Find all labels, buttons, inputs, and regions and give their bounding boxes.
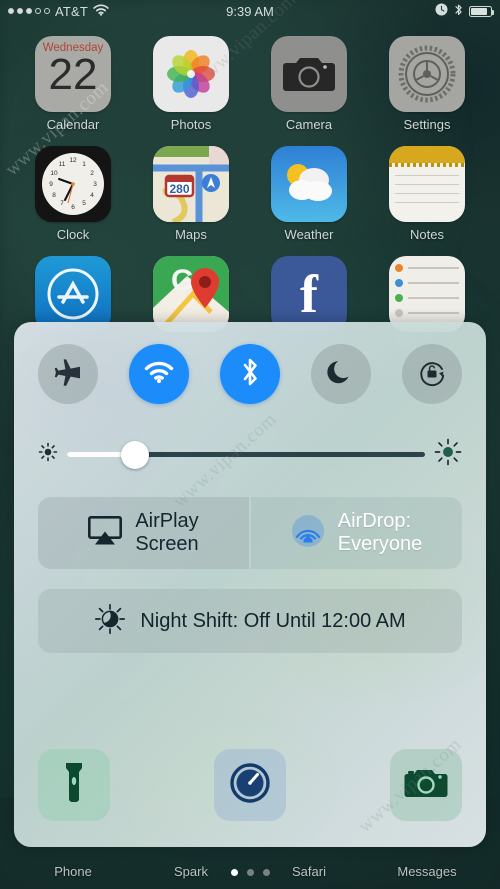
facebook-glyph: f (300, 264, 318, 324)
app-weather[interactable]: Weather (269, 146, 349, 242)
app-label-photos: Photos (170, 117, 212, 132)
notes-icon (389, 146, 465, 222)
app-photos[interactable]: Photos (151, 36, 231, 132)
page-dot-2[interactable] (246, 869, 254, 876)
moon-icon (327, 358, 355, 391)
bluetooth-icon (238, 356, 262, 393)
app-label-calendar: Calendar (46, 117, 100, 132)
reminders-icon (389, 256, 465, 332)
airplay-label-line2: Screen (135, 533, 199, 555)
airplay-icon (88, 515, 123, 551)
rotation-lock-toggle[interactable] (402, 344, 462, 404)
app-label-clock: Clock (56, 227, 90, 242)
airdrop-label-line1: AirDrop: (337, 510, 412, 532)
wifi-toggle[interactable] (129, 344, 189, 404)
flashlight-icon (63, 761, 85, 810)
svg-text:10: 10 (50, 170, 58, 177)
app-label-settings: Settings (403, 117, 451, 132)
calendar-day-number: 22 (48, 50, 98, 99)
photos-icon (153, 36, 229, 112)
facebook-icon: f (271, 256, 347, 332)
clock-icon: 12 1 2 345 678 9 10 11 (35, 146, 111, 222)
svg-text:11: 11 (59, 161, 66, 168)
camera-icon (271, 36, 347, 112)
battery-icon (469, 5, 494, 17)
brightness-high-icon (434, 438, 462, 471)
app-calendar[interactable]: Wednesday 22 Calendar (33, 36, 113, 132)
rotation-lock-icon (416, 356, 448, 393)
night-shift-button[interactable]: Night Shift: Off Until 12:00 AM (38, 589, 462, 653)
google-maps-icon: G (153, 256, 229, 332)
airplane-mode-toggle[interactable] (38, 344, 98, 404)
svg-text:4: 4 (90, 192, 94, 199)
app-clock[interactable]: 12 1 2 345 678 9 10 11 Clock (33, 146, 113, 242)
timer-button[interactable] (214, 749, 286, 821)
brightness-low-icon (38, 442, 58, 467)
brightness-slider-row (38, 438, 462, 471)
wifi-icon (144, 360, 174, 389)
control-center-shortcut-row (38, 749, 462, 821)
app-row-2: 12 1 2 345 678 9 10 11 Clock 280 Maps We… (0, 146, 500, 242)
app-label-camera: Camera (285, 117, 333, 132)
night-shift-icon (94, 603, 126, 640)
camera-button[interactable] (390, 749, 462, 821)
clock-face: 12 1 2 345 678 9 10 11 (42, 153, 104, 215)
wifi-icon (93, 3, 109, 19)
alarm-clock-icon (435, 3, 448, 19)
signal-strength-icon (8, 8, 50, 14)
timer-icon (228, 761, 272, 810)
calendar-icon: Wednesday 22 (35, 36, 111, 112)
airplay-label: AirPlay Screen (135, 510, 198, 556)
airplane-icon (54, 358, 82, 391)
night-shift-label: Night Shift: Off Until 12:00 AM (140, 609, 406, 632)
do-not-disturb-toggle[interactable] (311, 344, 371, 404)
app-camera[interactable]: Camera (269, 36, 349, 132)
svg-text:2: 2 (90, 170, 94, 177)
brightness-slider[interactable] (67, 440, 425, 469)
airdrop-button[interactable]: AirDrop: Everyone (251, 497, 462, 569)
svg-text:6: 6 (71, 204, 75, 211)
status-bar-right (435, 3, 494, 20)
status-bar: AT&T 9:39 AM (0, 0, 500, 22)
app-label-notes: Notes (410, 227, 444, 242)
maps-route-shield: 280 (169, 182, 189, 196)
camera-icon (404, 766, 448, 805)
airdrop-label: AirDrop: Everyone (338, 510, 423, 556)
svg-text:12: 12 (69, 157, 77, 164)
maps-icon: 280 (153, 146, 229, 222)
page-dots (0, 869, 500, 876)
flashlight-button[interactable] (38, 749, 110, 821)
bluetooth-icon (454, 3, 463, 20)
airdrop-icon (291, 514, 325, 553)
app-label-maps: Maps (175, 227, 207, 242)
brightness-slider-thumb[interactable] (121, 440, 150, 469)
svg-text:5: 5 (82, 200, 86, 207)
page-dot-1[interactable] (230, 869, 238, 876)
airplay-airdrop-row: AirPlay Screen AirDrop: Everyone (38, 497, 462, 569)
svg-text:9: 9 (49, 181, 53, 188)
bluetooth-toggle[interactable] (220, 344, 280, 404)
carrier-label: AT&T (55, 3, 89, 19)
airplay-button[interactable]: AirPlay Screen (38, 497, 249, 569)
app-settings[interactable]: Settings (387, 36, 467, 132)
app-row-1: Wednesday 22 Calendar Photos Camera Sett… (0, 36, 500, 132)
app-store-icon (35, 256, 111, 332)
svg-text:8: 8 (52, 192, 56, 199)
svg-text:3: 3 (93, 181, 97, 188)
svg-text:7: 7 (60, 200, 64, 207)
page-dot-3[interactable] (262, 869, 270, 876)
settings-icon (389, 36, 465, 112)
control-center-toggle-row (38, 344, 462, 404)
airplay-label-line1: AirPlay (135, 510, 199, 532)
airdrop-label-line2: Everyone (337, 533, 423, 555)
control-center-panel: AirPlay Screen AirDrop: Everyone Night S… (14, 322, 486, 847)
app-notes[interactable]: Notes (387, 146, 467, 242)
app-label-weather: Weather (284, 227, 334, 242)
svg-text:G: G (171, 264, 194, 297)
status-bar-left: AT&T (8, 4, 109, 19)
weather-icon (271, 146, 347, 222)
svg-text:1: 1 (82, 161, 86, 168)
app-maps[interactable]: 280 Maps (151, 146, 231, 242)
